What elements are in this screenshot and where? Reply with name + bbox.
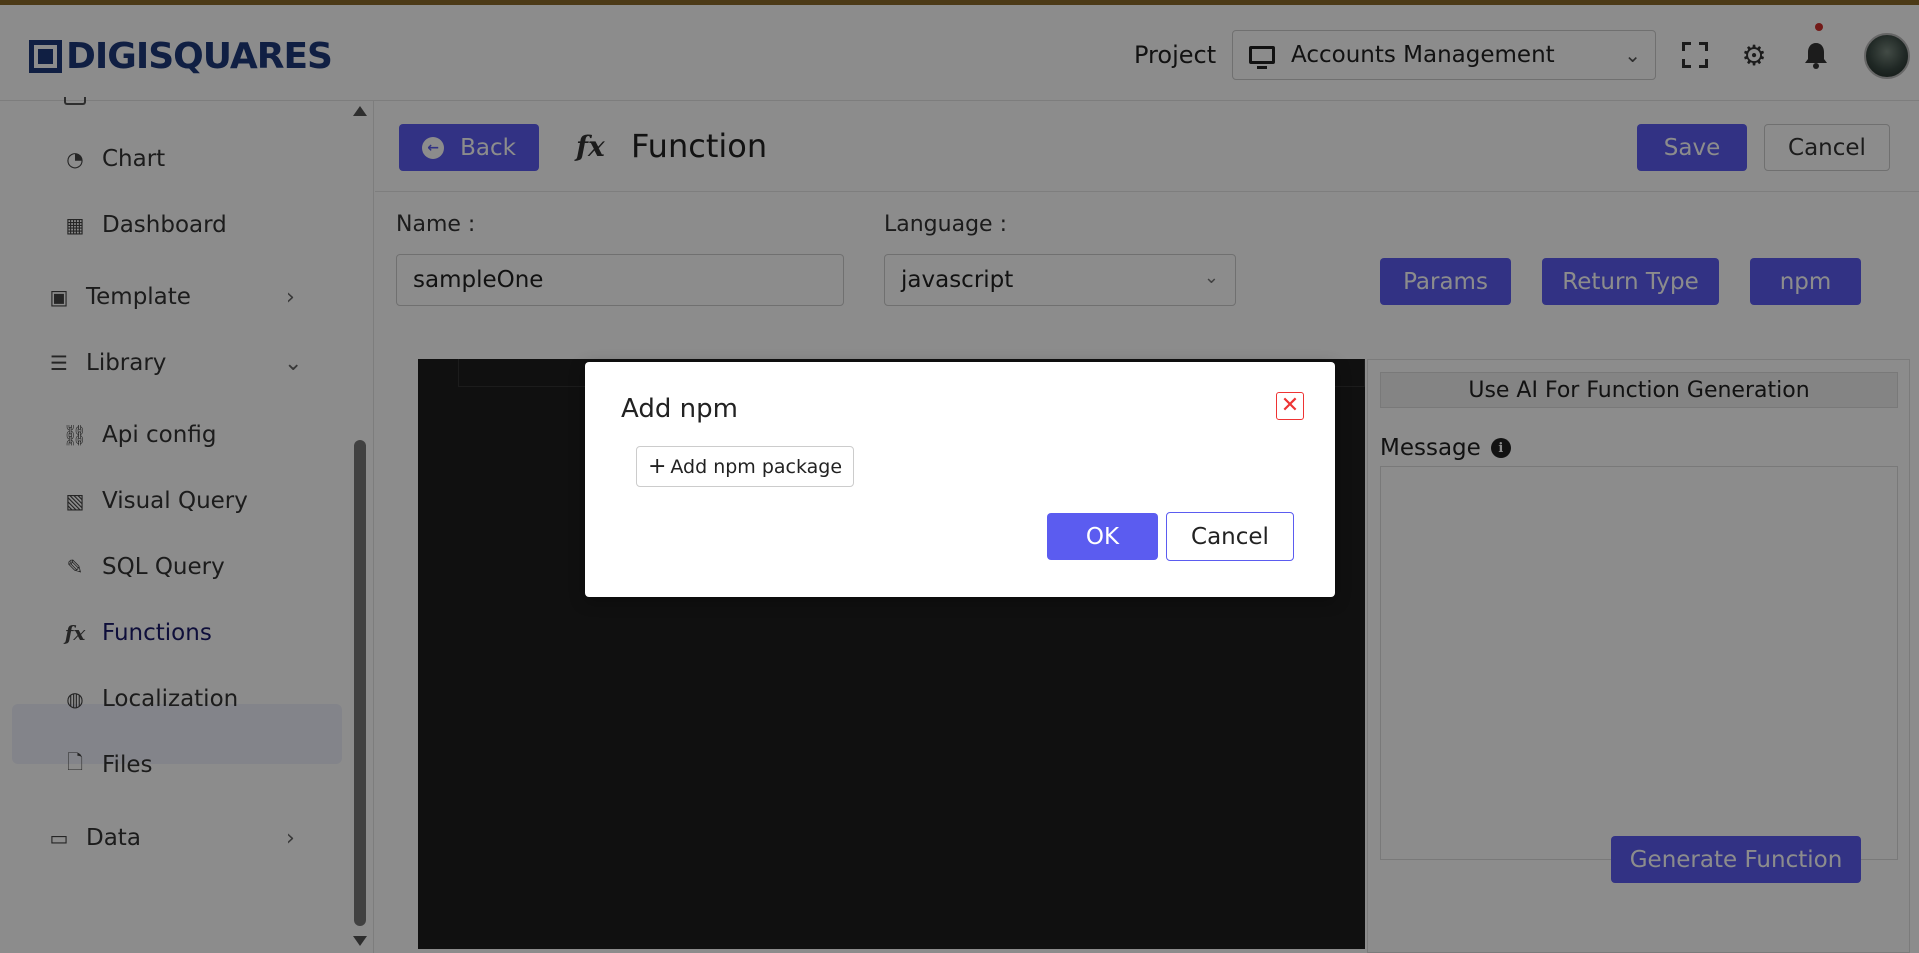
add-npm-modal: Add npm ✕ + Add npm package OK Cancel xyxy=(585,362,1335,597)
close-icon[interactable]: ✕ xyxy=(1276,392,1304,420)
add-npm-package-label: Add npm package xyxy=(670,455,843,478)
add-npm-package-button[interactable]: + Add npm package xyxy=(636,446,854,487)
modal-cancel-button[interactable]: Cancel xyxy=(1166,512,1294,561)
plus-icon: + xyxy=(647,454,667,479)
ok-button[interactable]: OK xyxy=(1047,513,1158,560)
modal-title: Add npm xyxy=(621,394,738,424)
